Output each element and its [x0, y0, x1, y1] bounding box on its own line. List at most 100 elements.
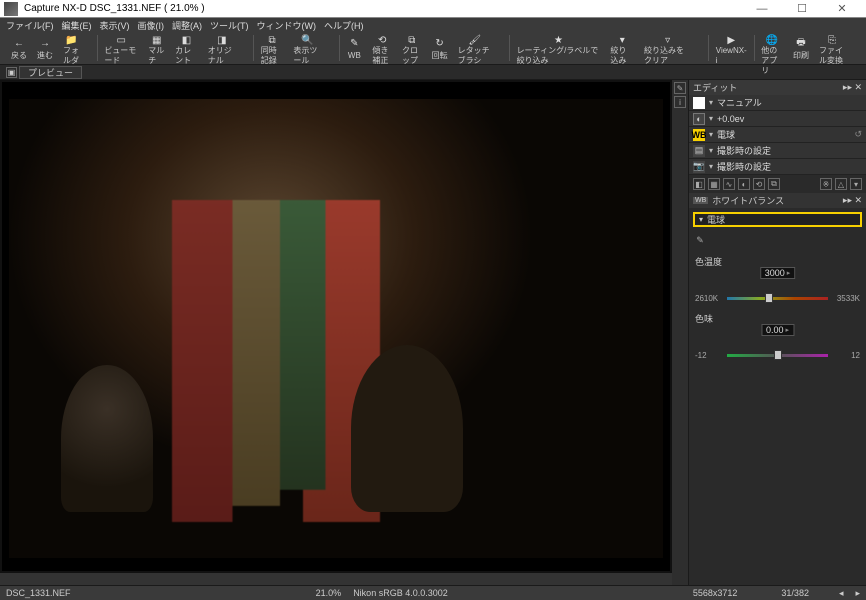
- menu-tool[interactable]: ツール(T): [206, 19, 253, 32]
- current-button[interactable]: ◧カレント: [170, 35, 203, 63]
- toolbar-separator: [509, 35, 510, 61]
- menu-image[interactable]: 画像(I): [134, 19, 169, 32]
- display-tool-button[interactable]: 🔍表示ツール: [288, 35, 326, 63]
- menu-help[interactable]: ヘルプ(H): [320, 19, 368, 32]
- noise-icon[interactable]: ※: [820, 178, 832, 190]
- wb-preset-dropdown[interactable]: ▾ 電球: [693, 212, 862, 227]
- edit-row-wb[interactable]: WB ▾ 電球 ↺: [689, 127, 866, 143]
- sharpen-icon[interactable]: △: [835, 178, 847, 190]
- straighten-mini-icon[interactable]: ⟲: [753, 178, 765, 190]
- view-sidestrip: ✎ i: [672, 80, 688, 585]
- menu-adjust[interactable]: 調整(A): [168, 19, 206, 32]
- more-icon[interactable]: ▾: [850, 178, 862, 190]
- edit-row-camera-settings[interactable]: 📷 ▾ 撮影時の設定: [689, 159, 866, 175]
- edit-panel-header: エディット ▸▸ ✕: [689, 80, 866, 95]
- horizontal-scrollbar[interactable]: [0, 573, 672, 585]
- prev-image-button[interactable]: ◂: [839, 588, 844, 599]
- chevron-down-icon: ▾: [709, 114, 713, 123]
- other-app-button[interactable]: 🌐他のアプリ: [756, 35, 788, 63]
- camera-icon: 📷: [693, 161, 705, 173]
- chevron-down-icon: ▾: [709, 130, 713, 139]
- lch-icon[interactable]: ◐: [738, 178, 750, 190]
- filter-button[interactable]: ▾絞り込み: [605, 35, 639, 63]
- reset-icon[interactable]: ↺: [854, 129, 862, 140]
- chevron-down-icon: ▾: [709, 162, 713, 171]
- viewnxi-button[interactable]: ▶ViewNX-i: [711, 35, 752, 63]
- clear-filter-button[interactable]: ▿絞り込みをクリア: [639, 35, 696, 63]
- original-button[interactable]: ◨オリジナル: [203, 35, 241, 63]
- original-icon: ◨: [214, 35, 230, 46]
- print-button[interactable]: 🖶印刷: [788, 35, 814, 63]
- crop-icon: ⧉: [404, 35, 420, 46]
- straighten-icon: ⟲: [374, 35, 390, 46]
- edit-panel: エディット ▸▸ ✕ ▾ マニュアル ◐ ▾ +0.0ev WB ▾ 電球 ↺ …: [688, 80, 866, 585]
- minimize-button[interactable]: —: [742, 0, 782, 18]
- crop-mini-icon[interactable]: ⧉: [768, 178, 780, 190]
- close-button[interactable]: ✕: [822, 0, 862, 18]
- folder-button[interactable]: 📁フォルダー: [58, 35, 85, 63]
- viewer-mode-button[interactable]: ▭ビューモード: [99, 35, 143, 63]
- wb-button[interactable]: ✎WB: [341, 35, 367, 63]
- crop-button[interactable]: ⧉クロップ: [397, 35, 427, 63]
- export-icon: ⎘: [824, 35, 840, 46]
- tint-min: -12: [695, 351, 723, 360]
- status-index: 31/382: [781, 588, 809, 598]
- temp-min: 2610K: [695, 294, 723, 303]
- convert-button[interactable]: ⎘ファイル変換: [814, 35, 850, 63]
- status-zoom: 21.0%: [316, 588, 342, 598]
- temp-slider[interactable]: [727, 297, 828, 300]
- sidestrip-meta-icon[interactable]: i: [674, 96, 686, 108]
- titlebar: Capture NX-D DSC_1331.NEF ( 21.0% ) — ☐ …: [0, 0, 866, 18]
- status-bar: DSC_1331.NEF 21.0% Nikon sRGB 4.0.0.3002…: [0, 585, 866, 600]
- maximize-button[interactable]: ☐: [782, 0, 822, 18]
- multi-button[interactable]: ▦マルチ: [143, 35, 170, 63]
- menu-window[interactable]: ウィンドウ(W): [253, 19, 321, 32]
- section-collapse-icon[interactable]: ▸▸ ✕: [843, 195, 862, 206]
- simrec-icon: ⧉: [264, 35, 280, 46]
- tone-icon[interactable]: ◧: [693, 178, 705, 190]
- forward-button[interactable]: →進む: [32, 35, 58, 63]
- folder-icon: 📁: [63, 35, 79, 46]
- tint-slider[interactable]: [727, 354, 828, 357]
- status-filename: DSC_1331.NEF: [6, 588, 71, 598]
- viewnxi-icon: ▶: [723, 35, 739, 46]
- retouch-button[interactable]: 🖌レタッチブラシ: [453, 35, 497, 63]
- image-canvas[interactable]: [2, 82, 670, 571]
- wb-section-header[interactable]: WB ホワイトバランス ▸▸ ✕: [689, 193, 866, 208]
- rating-button[interactable]: ★レーティング/ラベルで絞り込み: [512, 35, 606, 63]
- tint-value-field[interactable]: 0.00▸: [761, 324, 794, 336]
- slider-thumb[interactable]: [774, 350, 782, 360]
- menu-view[interactable]: 表示(V): [96, 19, 134, 32]
- toolbar-separator: [339, 35, 340, 61]
- current-icon: ◧: [178, 35, 194, 46]
- rotate-button[interactable]: ↻回転: [427, 35, 453, 63]
- temp-max: 3533K: [832, 294, 860, 303]
- panel-collapse-icon[interactable]: ▸▸ ✕: [843, 82, 862, 93]
- next-image-button[interactable]: ▸: [855, 588, 860, 599]
- slider-thumb[interactable]: [765, 293, 773, 303]
- sidestrip-edit-icon[interactable]: ✎: [674, 82, 686, 94]
- edit-row-picturecontrol[interactable]: ▤ ▾ 撮影時の設定: [689, 143, 866, 159]
- funnel-clear-icon: ▿: [660, 35, 676, 46]
- edit-panel-title: エディット: [693, 81, 737, 94]
- edit-row-exposure[interactable]: ◐ ▾ +0.0ev: [689, 111, 866, 127]
- curves-icon[interactable]: ∿: [723, 178, 735, 190]
- levels-icon[interactable]: ▦: [708, 178, 720, 190]
- toolbar-separator: [253, 35, 254, 61]
- tab-preview[interactable]: プレビュー: [19, 66, 82, 79]
- menu-edit[interactable]: 編集(E): [58, 19, 96, 32]
- wb-section-title: ホワイトバランス: [712, 194, 784, 207]
- exposure-icon: ◐: [693, 113, 705, 125]
- histogram-icon: [693, 97, 705, 109]
- simrec-button[interactable]: ⧉同時記録: [256, 35, 289, 63]
- straighten-button[interactable]: ⟲傾き補正: [367, 35, 397, 63]
- toolbar-separator: [97, 35, 98, 61]
- edit-row-manual[interactable]: ▾ マニュアル: [689, 95, 866, 111]
- temp-value-field[interactable]: 3000▸: [760, 267, 796, 279]
- rotate-icon: ↻: [432, 35, 448, 51]
- gray-picker-icon[interactable]: ✎: [693, 233, 707, 247]
- expand-icon[interactable]: ▣: [6, 67, 17, 78]
- wb-badge: WB: [693, 197, 708, 204]
- menu-file[interactable]: ファイル(F): [2, 19, 58, 32]
- back-button[interactable]: ←戻る: [6, 35, 32, 63]
